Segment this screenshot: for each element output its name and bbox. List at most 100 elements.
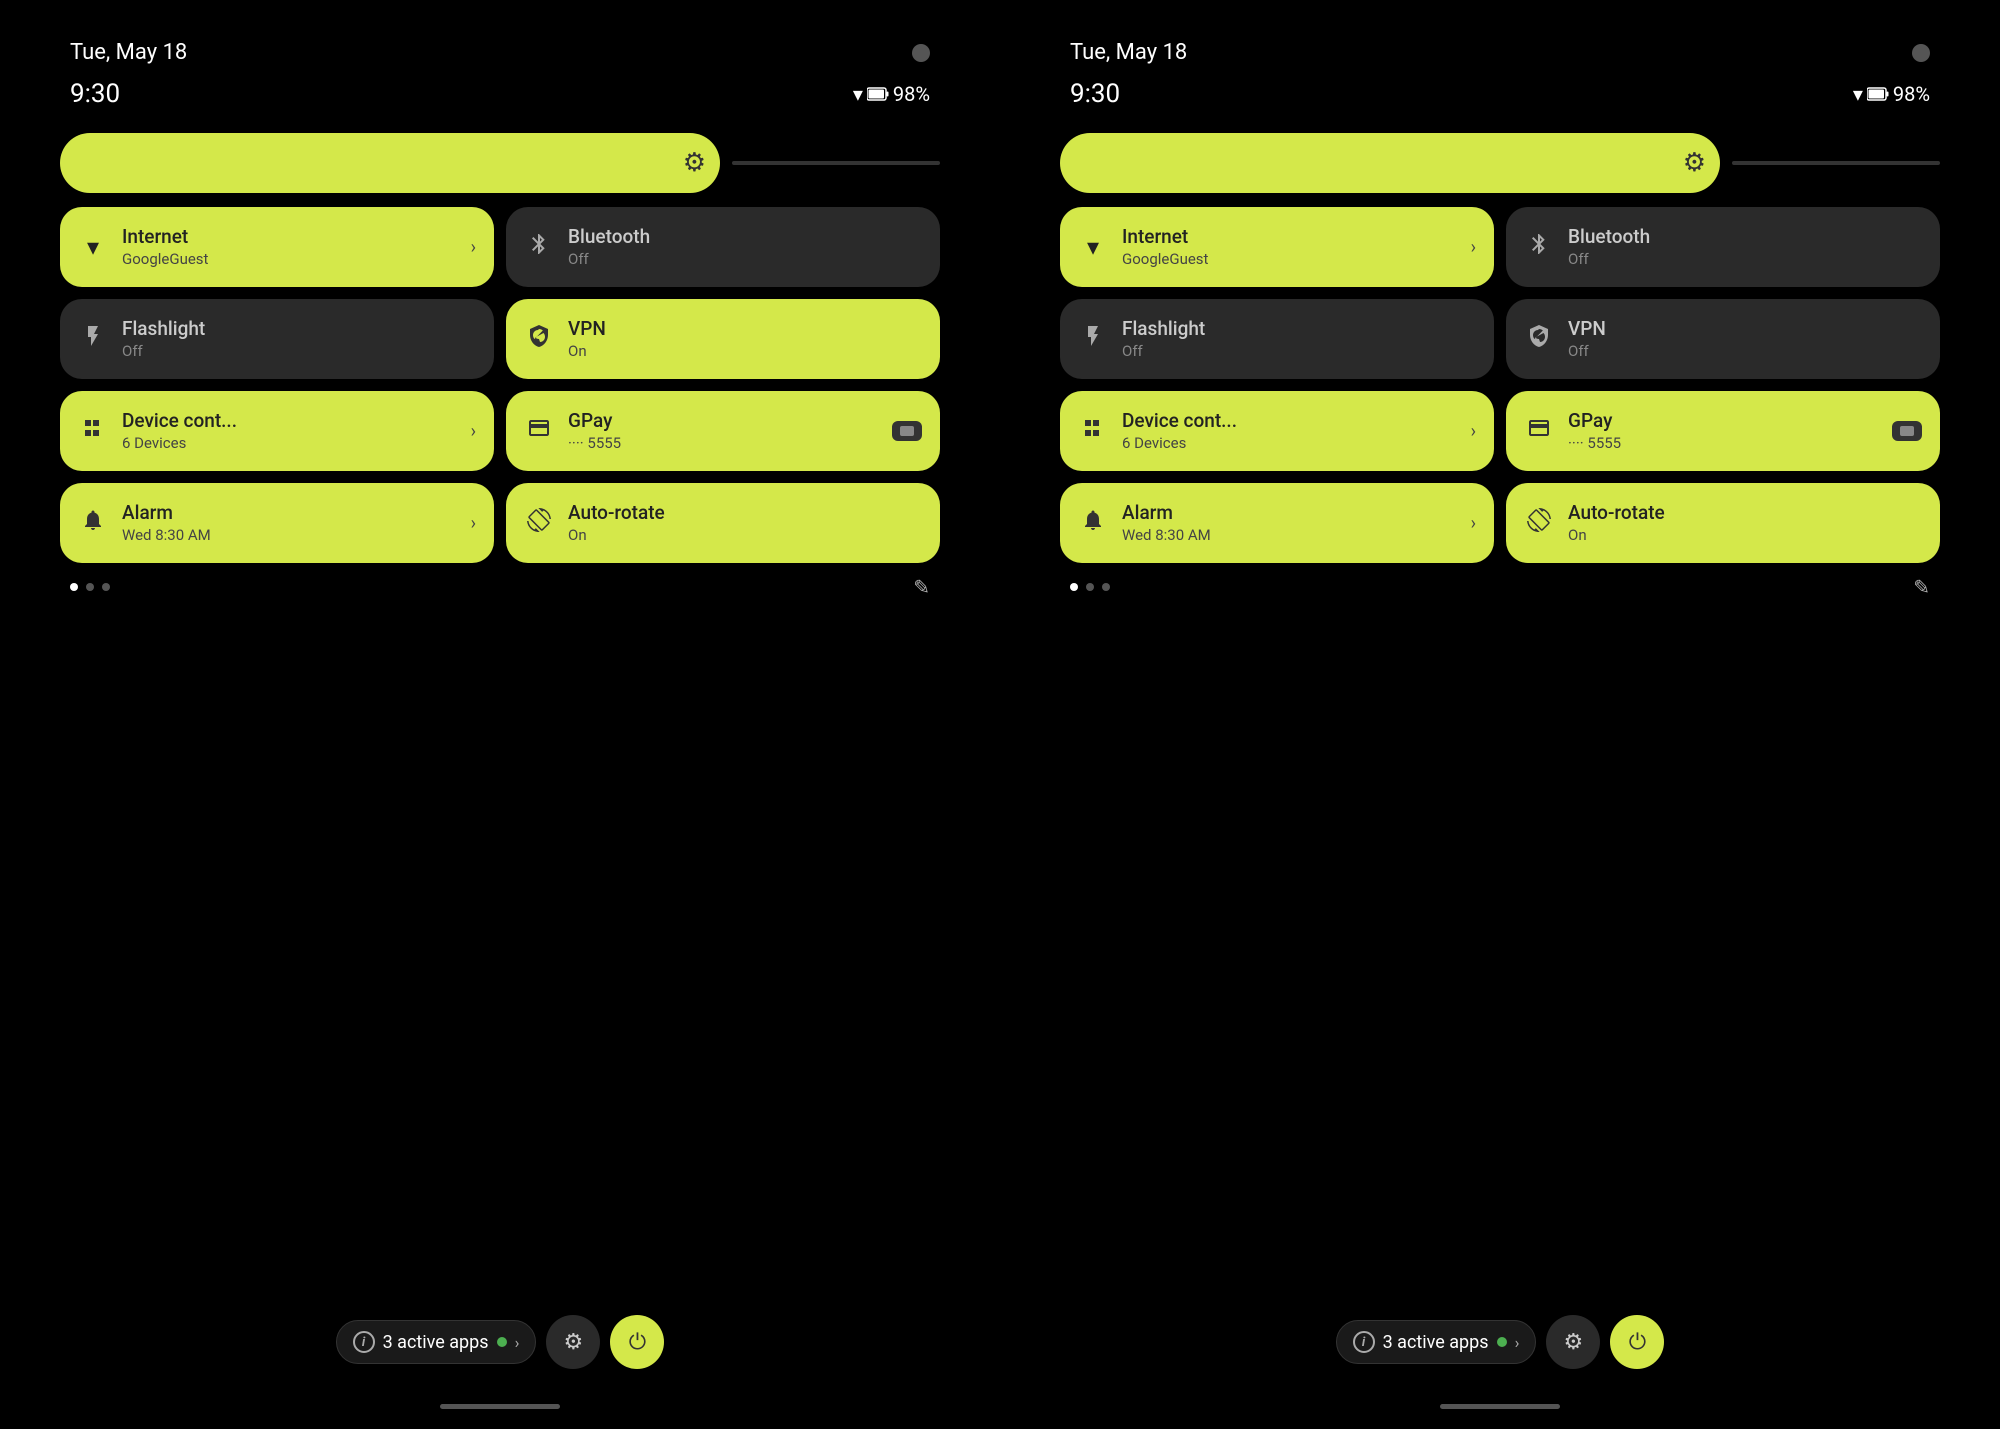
right-home-indicator xyxy=(1440,1404,1560,1409)
left-status-bar: Tue, May 18 xyxy=(60,30,940,65)
right-tile-autorotate[interactable]: Auto-rotate On xyxy=(1506,483,1940,563)
right-gpay-icon xyxy=(1524,416,1554,446)
right-autorotate-title: Auto-rotate xyxy=(1568,502,1922,525)
left-tile-internet[interactable]: ▾ Internet GoogleGuest › xyxy=(60,207,494,287)
left-power-button[interactable]: ⏻ xyxy=(610,1315,664,1369)
left-brightness-gear-icon: ⚙ xyxy=(683,148,706,178)
right-bluetooth-icon xyxy=(1524,232,1554,262)
right-tile-vpn[interactable]: VPN Off xyxy=(1506,299,1940,379)
right-flashlight-text: Flashlight Off xyxy=(1122,318,1476,361)
right-card-chip xyxy=(1900,426,1914,436)
left-tile-autorotate[interactable]: Auto-rotate On xyxy=(506,483,940,563)
right-power-button[interactable]: ⏻ xyxy=(1610,1315,1664,1369)
left-active-apps-label: 3 active apps xyxy=(383,1332,489,1353)
right-bottom-bar: i 3 active apps › ⚙ ⏻ xyxy=(1000,1315,2000,1369)
left-tile-device[interactable]: Device cont... 6 Devices › xyxy=(60,391,494,471)
right-brightness-pill[interactable]: ⚙ xyxy=(1060,133,1720,193)
right-bluetooth-text: Bluetooth Off xyxy=(1568,226,1922,269)
right-gpay-subtitle: ···· 5555 xyxy=(1568,434,1878,452)
right-autorotate-icon xyxy=(1524,508,1554,538)
right-tile-bluetooth[interactable]: Bluetooth Off xyxy=(1506,207,1940,287)
left-tile-gpay[interactable]: GPay ···· 5555 xyxy=(506,391,940,471)
left-alarm-subtitle: Wed 8:30 AM xyxy=(122,526,457,544)
right-green-dot xyxy=(1497,1337,1507,1347)
right-arrow-icon: › xyxy=(1515,1333,1520,1352)
right-settings-button[interactable]: ⚙ xyxy=(1546,1315,1600,1369)
left-edit-icon[interactable]: ✎ xyxy=(913,575,930,599)
left-tile-bluetooth[interactable]: Bluetooth Off xyxy=(506,207,940,287)
right-alarm-chevron-icon: › xyxy=(1471,513,1476,534)
right-tile-gpay[interactable]: GPay ···· 5555 xyxy=(1506,391,1940,471)
left-active-apps-pill[interactable]: i 3 active apps › xyxy=(336,1320,537,1364)
right-panel: Tue, May 18 9:30 ▾ 98% ⚙ xyxy=(1000,0,2000,1429)
left-brightness-row[interactable]: ⚙ xyxy=(60,133,940,193)
right-flashlight-icon xyxy=(1078,324,1108,354)
left-time-row: 9:30 ▾ 98% xyxy=(60,75,940,113)
right-bluetooth-title: Bluetooth xyxy=(1568,226,1922,249)
left-internet-title: Internet xyxy=(122,226,457,249)
left-gpay-card xyxy=(892,421,922,441)
right-device-text: Device cont... 6 Devices xyxy=(1122,410,1457,453)
left-tile-vpn[interactable]: VPN On xyxy=(506,299,940,379)
left-info-icon: i xyxy=(353,1331,375,1353)
left-brightness-pill[interactable]: ⚙ xyxy=(60,133,720,193)
left-tile-flashlight[interactable]: Flashlight Off xyxy=(60,299,494,379)
right-brightness-track[interactable] xyxy=(1732,161,1940,165)
right-active-apps-label: 3 active apps xyxy=(1383,1332,1489,1353)
right-device-subtitle: 6 Devices xyxy=(1122,434,1457,452)
left-flashlight-title: Flashlight xyxy=(122,318,476,341)
right-internet-title: Internet xyxy=(1122,226,1457,249)
left-battery-pct: 98% xyxy=(893,82,930,106)
left-autorotate-icon xyxy=(524,508,554,538)
right-gpay-title: GPay xyxy=(1568,410,1878,433)
right-device-chevron-icon: › xyxy=(1471,421,1476,442)
right-status-icons: ▾ 98% xyxy=(1853,82,1930,106)
right-edit-icon[interactable]: ✎ xyxy=(1913,575,1930,599)
left-device-title: Device cont... xyxy=(122,410,457,433)
left-pagination-dots xyxy=(70,583,110,591)
left-vpn-icon xyxy=(524,324,554,354)
left-device-subtitle: 6 Devices xyxy=(122,434,457,452)
right-info-icon: i xyxy=(1353,1331,1375,1353)
left-status-icons: ▾ 98% xyxy=(853,82,930,106)
right-autorotate-text: Auto-rotate On xyxy=(1568,502,1922,545)
right-wifi-icon: ▾ xyxy=(1853,82,1863,106)
right-gpay-text: GPay ···· 5555 xyxy=(1568,410,1878,453)
right-alarm-text: Alarm Wed 8:30 AM xyxy=(1122,502,1457,545)
right-brightness-row[interactable]: ⚙ xyxy=(1060,133,1940,193)
left-brightness-track[interactable] xyxy=(732,161,940,165)
right-tile-internet[interactable]: ▾ Internet GoogleGuest › xyxy=(1060,207,1494,287)
left-tiles-grid: ▾ Internet GoogleGuest › Bluetooth Off xyxy=(60,207,940,563)
right-tiles-grid: ▾ Internet GoogleGuest › Bluetooth Off xyxy=(1060,207,1940,563)
left-date: Tue, May 18 xyxy=(70,40,187,65)
right-tile-alarm[interactable]: Alarm Wed 8:30 AM › xyxy=(1060,483,1494,563)
left-autorotate-subtitle: On xyxy=(568,526,922,544)
right-date: Tue, May 18 xyxy=(1070,40,1187,65)
right-tile-flashlight[interactable]: Flashlight Off xyxy=(1060,299,1494,379)
right-device-icon xyxy=(1078,416,1108,446)
left-device-chevron-icon: › xyxy=(471,421,476,442)
right-time-row: 9:30 ▾ 98% xyxy=(1060,75,1940,113)
left-settings-icon: ⚙ xyxy=(564,1330,584,1355)
right-active-apps-pill[interactable]: i 3 active apps › xyxy=(1336,1320,1537,1364)
right-bluetooth-subtitle: Off xyxy=(1568,250,1922,268)
left-dot-1 xyxy=(70,583,78,591)
left-arrow-icon: › xyxy=(515,1333,520,1352)
left-bluetooth-icon xyxy=(524,232,554,262)
right-flashlight-title: Flashlight xyxy=(1122,318,1476,341)
right-tile-device[interactable]: Device cont... 6 Devices › xyxy=(1060,391,1494,471)
left-alarm-title: Alarm xyxy=(122,502,457,525)
left-tile-alarm[interactable]: Alarm Wed 8:30 AM › xyxy=(60,483,494,563)
left-device-text: Device cont... 6 Devices xyxy=(122,410,457,453)
left-alarm-icon xyxy=(78,508,108,538)
left-vpn-text: VPN On xyxy=(568,318,922,361)
right-vpn-title: VPN xyxy=(1568,318,1922,341)
right-pagination-dots xyxy=(1070,583,1110,591)
right-alarm-title: Alarm xyxy=(1122,502,1457,525)
right-flashlight-subtitle: Off xyxy=(1122,342,1476,360)
left-settings-button[interactable]: ⚙ xyxy=(546,1315,600,1369)
left-bottom-bar: i 3 active apps › ⚙ ⏻ xyxy=(0,1315,1000,1369)
left-internet-text: Internet GoogleGuest xyxy=(122,226,457,269)
left-gpay-icon xyxy=(524,416,554,446)
left-wifi-tile-icon: ▾ xyxy=(78,233,108,261)
